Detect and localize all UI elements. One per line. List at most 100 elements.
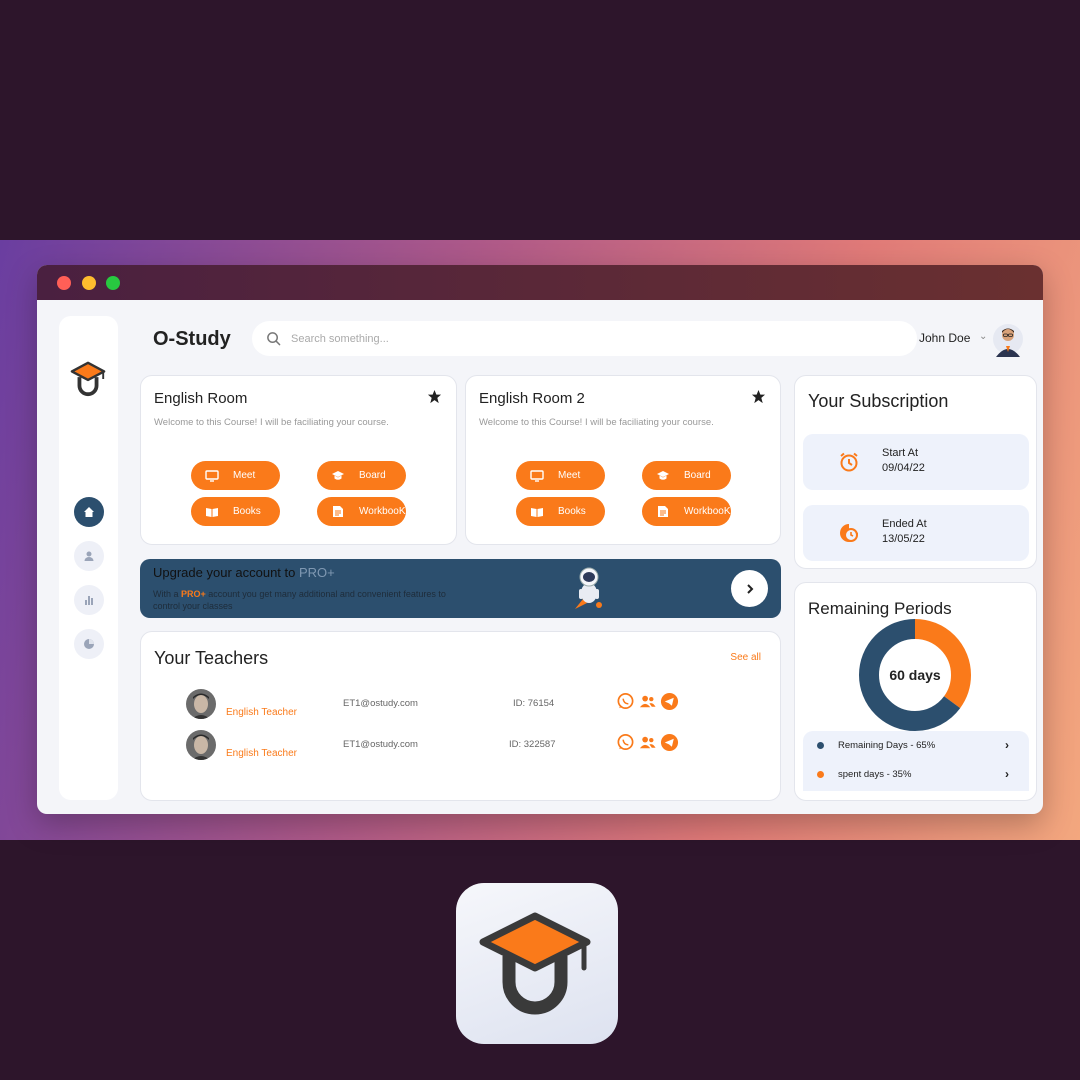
workbook-label: WorkbooK xyxy=(684,506,731,517)
astronaut-illustration xyxy=(575,567,602,609)
upgrade-next-button[interactable] xyxy=(731,570,768,607)
teacher-role: English Teacher xyxy=(226,748,297,759)
start-date: 09/04/22 xyxy=(882,462,925,474)
remaining-title: Remaining Periods xyxy=(808,599,952,618)
user-name[interactable]: John Doe xyxy=(919,331,970,345)
document-icon xyxy=(331,505,345,519)
sidebar-item-profile[interactable] xyxy=(74,541,104,571)
users-icon[interactable] xyxy=(638,692,657,711)
user-avatar[interactable] xyxy=(992,321,1024,357)
teacher-row[interactable]: English Teacher ET1@ostudy.com ID: 32258… xyxy=(141,730,780,764)
legend-dot xyxy=(817,771,824,778)
workbook-button[interactable]: WorkbooK xyxy=(317,497,406,526)
room-card: English Room 2 Welcome to this Course! I… xyxy=(465,375,781,545)
pro-plus-label: PRO+ xyxy=(298,565,335,580)
whatsapp-icon[interactable] xyxy=(616,733,635,752)
upgrade-banner: Upgrade your account to PRO+ With a PRO+… xyxy=(140,559,781,618)
whatsapp-icon[interactable] xyxy=(616,692,635,711)
room-title: English Room 2 xyxy=(479,390,585,407)
end-label: Ended At xyxy=(882,518,927,530)
legend-item-spent[interactable]: spent days - 35% › xyxy=(803,765,1029,785)
room-description: Welcome to this Course! I will be facili… xyxy=(479,417,714,428)
books-button[interactable]: Books xyxy=(191,497,280,526)
books-label: Books xyxy=(233,506,261,517)
subscription-card: Your Subscription Start At 09/04/22 Ende… xyxy=(794,375,1037,569)
book-open-icon xyxy=(205,505,219,519)
window-close-button[interactable] xyxy=(57,276,71,290)
search-input[interactable] xyxy=(291,332,851,345)
sidebar-item-home[interactable] xyxy=(74,497,104,527)
remaining-periods-card: Remaining Periods 60 days Remaining Days… xyxy=(794,582,1037,801)
bar-chart-icon xyxy=(85,596,93,605)
search-icon xyxy=(267,332,281,346)
remaining-legend: Remaining Days - 65% › spent days - 35% … xyxy=(803,731,1029,791)
chevron-right-icon xyxy=(746,583,753,594)
document-icon xyxy=(656,505,670,519)
teacher-id: ID: 322587 xyxy=(509,739,556,750)
graduation-cap-logo-icon[interactable] xyxy=(69,360,107,398)
teacher-contact-icons xyxy=(616,692,679,711)
meet-label: Meet xyxy=(558,470,581,481)
legend-label: spent days - 35% xyxy=(838,769,912,780)
teacher-email: ET1@ostudy.com xyxy=(343,739,418,750)
app-window: O-Study John Doe ⌄ English Room Welcome … xyxy=(37,265,1043,814)
graduation-cap-icon xyxy=(656,469,670,483)
board-button[interactable]: Board xyxy=(642,461,731,490)
app-icon xyxy=(456,883,618,1044)
end-date: 13/05/22 xyxy=(882,533,925,545)
alarm-clock-icon xyxy=(840,452,858,472)
board-button[interactable]: Board xyxy=(317,461,406,490)
meet-button[interactable]: Meet xyxy=(516,461,605,490)
donut-center-label: 60 days xyxy=(889,667,941,683)
sidebar-item-stats[interactable] xyxy=(74,585,104,615)
users-icon[interactable] xyxy=(638,733,657,752)
legend-item-remaining[interactable]: Remaining Days - 65% › xyxy=(803,736,1029,756)
monitor-icon xyxy=(530,469,544,483)
sidebar-item-reports[interactable] xyxy=(74,629,104,659)
teacher-row[interactable]: English Teacher ET1@ostudy.com ID: 76154 xyxy=(141,689,780,723)
teacher-avatar xyxy=(186,730,216,760)
teacher-email: ET1@ostudy.com xyxy=(343,698,418,709)
upgrade-title: Upgrade your account to PRO+ xyxy=(153,565,335,580)
room-title: English Room xyxy=(154,390,248,407)
meet-button[interactable]: Meet xyxy=(191,461,280,490)
teacher-contact-icons xyxy=(616,733,679,752)
window-maximize-button[interactable] xyxy=(106,276,120,290)
upgrade-description: With a PRO+ account you get many additio… xyxy=(153,588,473,612)
room-card: English Room Welcome to this Course! I w… xyxy=(140,375,457,545)
legend-label: Remaining Days - 65% xyxy=(838,740,936,751)
subscription-end: Ended At 13/05/22 xyxy=(803,505,1029,561)
upgrade-text-prefix: With a xyxy=(153,589,182,599)
legend-dot xyxy=(817,742,824,749)
chevron-right-icon: › xyxy=(1005,738,1009,752)
pro-plus-highlight: PRO+ xyxy=(181,589,206,599)
start-label: Start At xyxy=(882,447,919,459)
telegram-icon[interactable] xyxy=(660,692,679,711)
workbook-label: WorkbooK xyxy=(359,506,406,517)
room-description: Welcome to this Course! I will be facili… xyxy=(154,417,389,428)
subscription-title: Your Subscription xyxy=(808,391,949,411)
see-all-link[interactable]: See all xyxy=(730,652,761,663)
workbook-button[interactable]: WorkbooK xyxy=(642,497,731,526)
search-bar[interactable] xyxy=(252,321,917,356)
monitor-icon xyxy=(205,469,219,483)
teacher-role: English Teacher xyxy=(226,707,297,718)
graduation-cap-icon xyxy=(331,469,345,483)
pie-chart-icon xyxy=(84,639,94,649)
books-button[interactable]: Books xyxy=(516,497,605,526)
chevron-down-icon[interactable]: ⌄ xyxy=(979,331,987,342)
board-label: Board xyxy=(359,470,386,481)
book-open-icon xyxy=(530,505,544,519)
window-minimize-button[interactable] xyxy=(82,276,96,290)
star-icon[interactable] xyxy=(751,389,766,404)
star-icon[interactable] xyxy=(427,389,442,404)
brand-title: O-Study xyxy=(153,328,231,350)
user-icon xyxy=(84,551,94,561)
telegram-icon[interactable] xyxy=(660,733,679,752)
graduation-cap-logo-icon xyxy=(479,912,591,1014)
teacher-avatar xyxy=(186,689,216,719)
teacher-id: ID: 76154 xyxy=(513,698,555,709)
subscription-start: Start At 09/04/22 xyxy=(803,434,1029,490)
meet-label: Meet xyxy=(233,470,256,481)
teachers-title: Your Teachers xyxy=(154,648,269,668)
